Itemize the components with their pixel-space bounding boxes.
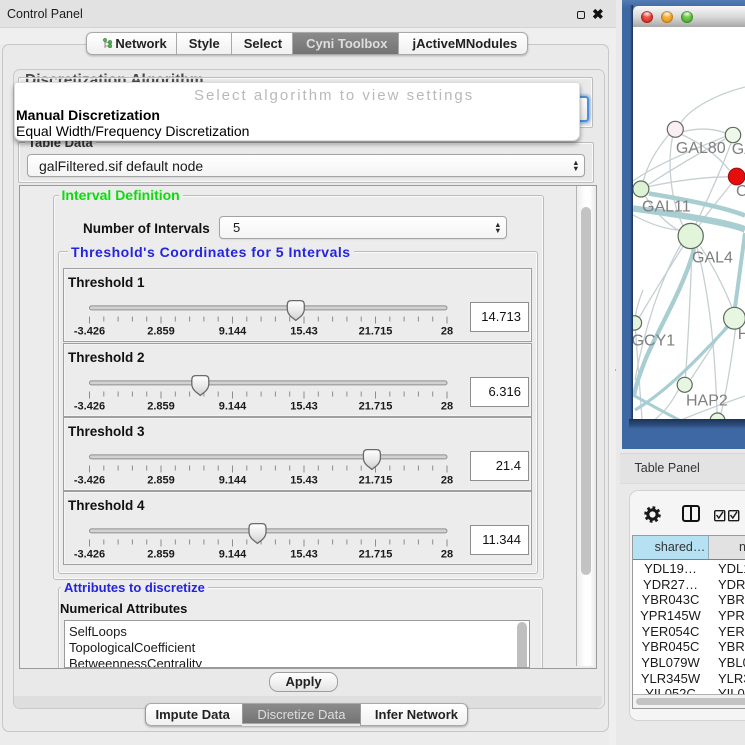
svg-text:2.859: 2.859 — [147, 475, 175, 487]
svg-text:-3.426: -3.426 — [74, 401, 105, 413]
svg-text:15.43: 15.43 — [290, 326, 318, 338]
svg-text:CR: CR — [736, 183, 745, 200]
svg-text:15.43: 15.43 — [290, 475, 318, 487]
svg-text:GAL11: GAL11 — [642, 199, 691, 216]
svg-text:-3.426: -3.426 — [74, 326, 105, 338]
svg-text:GA: GA — [732, 141, 745, 158]
svg-text:28: 28 — [441, 549, 453, 561]
svg-text:9.144: 9.144 — [219, 401, 247, 413]
svg-text:GAL4: GAL4 — [692, 250, 733, 267]
svg-text:2.859: 2.859 — [147, 401, 175, 413]
svg-text:28: 28 — [441, 475, 453, 487]
svg-text:-3.426: -3.426 — [74, 475, 105, 487]
svg-text:9.144: 9.144 — [219, 475, 247, 487]
svg-text:15.43: 15.43 — [290, 549, 318, 561]
svg-text:28: 28 — [441, 326, 453, 338]
svg-text:21.715: 21.715 — [359, 401, 393, 413]
svg-text:21.715: 21.715 — [359, 326, 393, 338]
svg-text:2.859: 2.859 — [147, 549, 175, 561]
svg-text:GCY1: GCY1 — [633, 332, 675, 349]
svg-text:9.144: 9.144 — [219, 326, 247, 338]
svg-text:9.144: 9.144 — [219, 549, 247, 561]
svg-text:GAL80: GAL80 — [676, 140, 726, 157]
svg-text:21.715: 21.715 — [359, 475, 393, 487]
svg-text:28: 28 — [441, 401, 453, 413]
svg-text:15.43: 15.43 — [290, 401, 318, 413]
svg-text:2.859: 2.859 — [147, 326, 175, 338]
svg-text:-3.426: -3.426 — [74, 549, 105, 561]
svg-text:HAP2: HAP2 — [686, 393, 728, 410]
svg-text:HA: HA — [738, 326, 745, 343]
svg-text:21.715: 21.715 — [359, 549, 393, 561]
